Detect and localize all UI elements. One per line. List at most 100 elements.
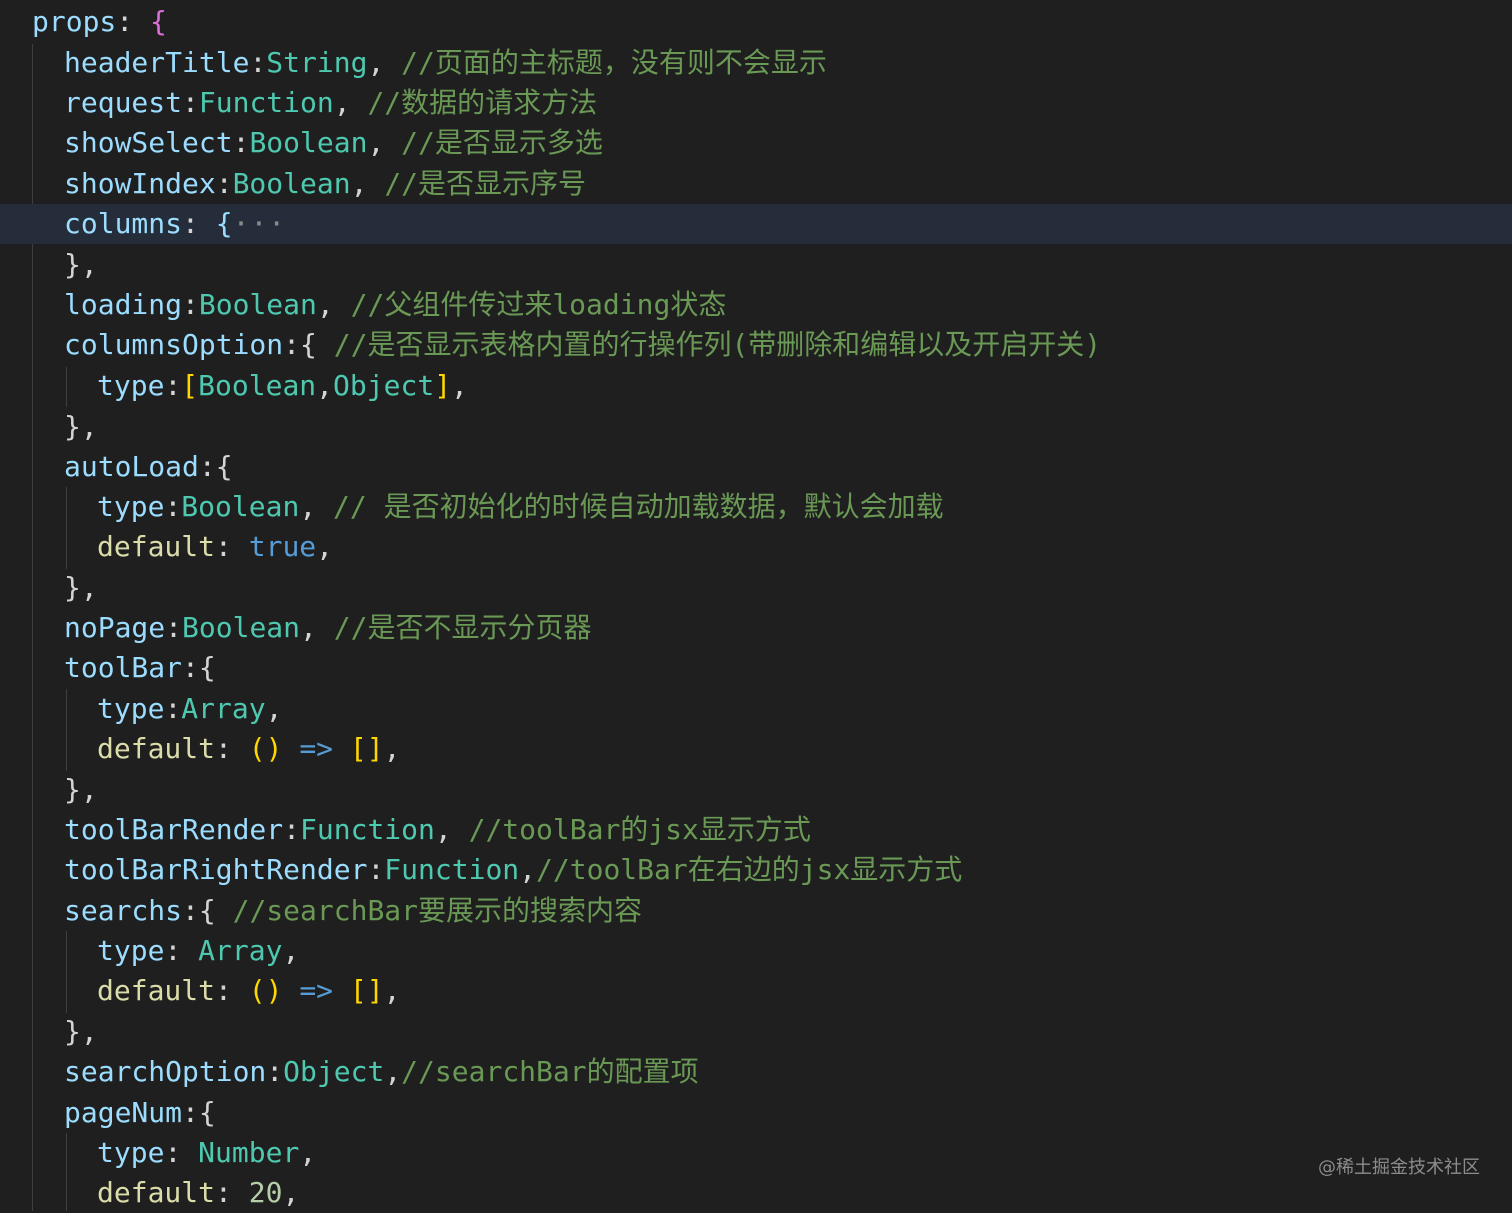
line-searchOption[interactable]: searchOption:Object,//searchBar的配置项 — [0, 1052, 1512, 1092]
watermark: @稀土掘金技术社区 — [1318, 1157, 1480, 1178]
code-token: type — [97, 934, 165, 967]
code-token: columnsOption — [64, 328, 284, 361]
code-text: searchs:{ //searchBar要展示的搜索内容 — [64, 891, 642, 931]
code-token: , — [282, 1176, 300, 1209]
line-pageNum-default[interactable]: default: 20, — [0, 1173, 1512, 1213]
code-token: true — [248, 530, 317, 563]
line-searchs-close[interactable]: }, — [0, 1012, 1512, 1052]
code-token: , — [299, 1136, 317, 1169]
code-token: , — [383, 732, 401, 765]
line-columns[interactable]: columns: {··· — [0, 204, 1512, 244]
code-token: showSelect — [64, 126, 233, 159]
code-token: ] — [434, 369, 452, 402]
code-token: { — [215, 207, 233, 240]
code-token: default — [97, 974, 216, 1007]
code-token: , — [316, 369, 334, 402]
code-token: , — [434, 813, 469, 846]
line-columnsOption-close[interactable]: }, — [0, 407, 1512, 447]
code-token: , — [519, 853, 537, 886]
line-autoLoad-type[interactable]: type:Boolean, // 是否初始化的时候自动加载数据，默认会加载 — [0, 487, 1512, 527]
code-token: : — [215, 167, 233, 200]
line-toolBarRightRender[interactable]: toolBarRightRender:Function,//toolBar在右边… — [0, 850, 1512, 890]
code-token: default — [97, 1176, 216, 1209]
code-token: toolBarRender — [64, 813, 284, 846]
code-token: Number — [198, 1136, 300, 1169]
code-token: default — [97, 530, 216, 563]
code-editor[interactable]: props: {headerTitle:String, //页面的主标题，没有则… — [0, 0, 1512, 1211]
code-text: searchOption:Object,//searchBar的配置项 — [64, 1052, 699, 1092]
code-text: }, — [64, 245, 98, 285]
code-token: :{ — [198, 450, 233, 483]
code-token: : — [215, 530, 249, 563]
code-token: , — [300, 611, 334, 644]
line-showSelect[interactable]: showSelect:Boolean, //是否显示多选 — [0, 123, 1512, 163]
line-columnsOption-type[interactable]: type:[Boolean,Object], — [0, 366, 1512, 406]
code-token: : — [116, 5, 151, 38]
code-text: pageNum:{ — [64, 1093, 216, 1133]
line-autoLoad[interactable]: autoLoad:{ — [0, 447, 1512, 487]
line-searchs-default[interactable]: default: () => [], — [0, 971, 1512, 1011]
code-token: searchOption — [64, 1055, 267, 1088]
line-columnsOption[interactable]: columnsOption:{ //是否显示表格内置的行操作列(带删除和编辑以及… — [0, 325, 1512, 365]
line-pageNum-type[interactable]: type: Number, — [0, 1133, 1512, 1173]
line-searchs[interactable]: searchs:{ //searchBar要展示的搜索内容 — [0, 891, 1512, 931]
line-toolBar-close[interactable]: }, — [0, 770, 1512, 810]
code-token: () — [248, 732, 283, 765]
code-text: columnsOption:{ //是否显示表格内置的行操作列(带删除和编辑以及… — [64, 325, 1101, 365]
code-token: () — [248, 974, 283, 1007]
code-token: : — [164, 490, 182, 523]
code-token: toolBarRightRender — [64, 853, 368, 886]
line-toolBar-default[interactable]: default: () => [], — [0, 729, 1512, 769]
code-text: toolBar:{ — [64, 648, 216, 688]
code-token: 20 — [248, 1176, 283, 1209]
code-token: Array — [181, 692, 266, 725]
code-text: request:Function, //数据的请求方法 — [64, 83, 597, 123]
code-token: [] — [349, 974, 384, 1007]
code-token: //是否显示序号 — [384, 167, 587, 200]
code-text: props: { — [32, 2, 167, 42]
code-token: , — [333, 86, 368, 119]
line-toolBarRender[interactable]: toolBarRender:Function, //toolBar的jsx显示方… — [0, 810, 1512, 850]
fold-ellipsis-icon[interactable]: ··· — [233, 207, 287, 240]
line-toolBar-type[interactable]: type:Array, — [0, 689, 1512, 729]
line-toolBar[interactable]: toolBar:{ — [0, 648, 1512, 688]
code-token: :{ — [182, 894, 233, 927]
code-text: showSelect:Boolean, //是否显示多选 — [64, 123, 603, 163]
line-loading[interactable]: loading:Boolean, //父组件传过来loading状态 — [0, 285, 1512, 325]
code-token: , — [367, 46, 402, 79]
code-token: , — [451, 369, 468, 402]
line-request[interactable]: request:Function, //数据的请求方法 — [0, 83, 1512, 123]
line-showIndex[interactable]: showIndex:Boolean, //是否显示序号 — [0, 164, 1512, 204]
code-text: type:Boolean, // 是否初始化的时候自动加载数据，默认会加载 — [97, 487, 944, 527]
code-token: }, — [64, 248, 98, 281]
code-token: type — [97, 369, 165, 402]
line-columns-close[interactable]: }, — [0, 245, 1512, 285]
code-token: :{ — [182, 1096, 216, 1129]
code-token: : — [266, 1055, 284, 1088]
code-text: type: Array, — [97, 931, 299, 971]
code-text: default: true, — [97, 527, 333, 567]
code-token: autoLoad — [64, 450, 199, 483]
code-text: toolBarRender:Function, //toolBar的jsx显示方… — [64, 810, 811, 850]
line-searchs-type[interactable]: type: Array, — [0, 931, 1512, 971]
code-token: noPage — [64, 611, 166, 644]
line-autoLoad-default[interactable]: default: true, — [0, 527, 1512, 567]
line-autoLoad-close[interactable]: }, — [0, 568, 1512, 608]
line-headerTitle[interactable]: headerTitle:String, //页面的主标题，没有则不会显示 — [0, 43, 1512, 83]
code-text: loading:Boolean, //父组件传过来loading状态 — [64, 285, 726, 325]
code-token: type — [97, 1136, 165, 1169]
code-token: : — [215, 732, 249, 765]
code-text: default: () => [], — [97, 971, 400, 1011]
code-token: : — [249, 46, 267, 79]
code-token: //toolBar的jsx显示方式 — [468, 813, 811, 846]
code-token: [] — [349, 732, 384, 765]
code-token: //是否显示多选 — [401, 126, 603, 159]
code-token: // 是否初始化的时候自动加载数据，默认会加载 — [333, 490, 944, 523]
line-noPage[interactable]: noPage:Boolean, //是否不显示分页器 — [0, 608, 1512, 648]
code-token: , — [316, 530, 334, 563]
code-token: :{ — [182, 651, 216, 684]
code-text: type:[Boolean,Object], — [97, 366, 468, 406]
code-token: : — [164, 369, 182, 402]
line-pageNum[interactable]: pageNum:{ — [0, 1093, 1512, 1133]
line-props[interactable]: props: { — [0, 2, 1512, 42]
